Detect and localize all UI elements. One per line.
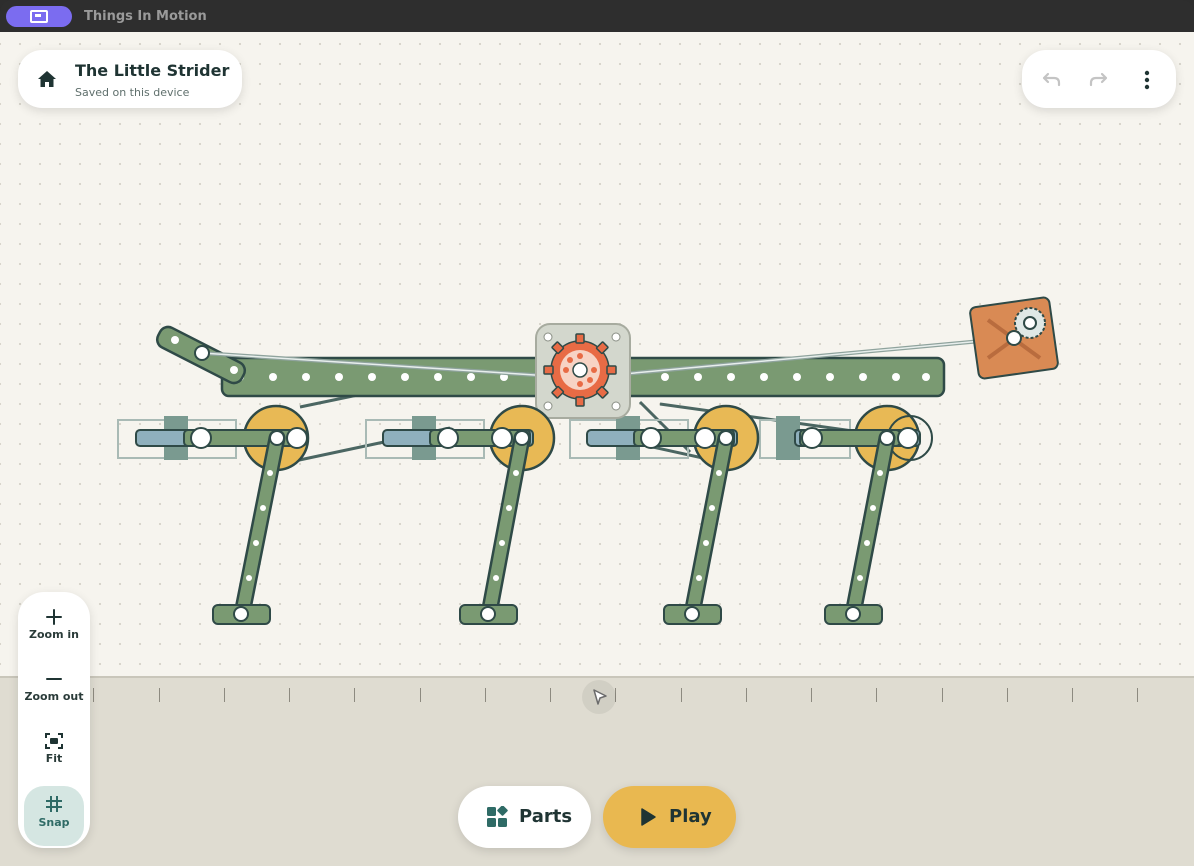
fit-label: Fit [45,752,63,765]
screen-share-icon [30,10,48,23]
play-label: Play [669,806,712,827]
zoom-out-label: Zoom out [24,690,84,703]
app-switcher-button[interactable] [6,6,72,27]
undo-icon[interactable] [1038,67,1064,93]
project-title-card: The Little Strider Saved on this device [18,50,242,108]
pointer-cursor [582,680,616,714]
window-title: Things In Motion [84,9,207,24]
tail-pivot[interactable] [194,345,210,361]
play-button[interactable]: Play [603,786,736,848]
home-icon[interactable] [36,68,58,90]
snap-label: Snap [38,816,70,829]
more-vertical-icon[interactable] [1134,67,1160,93]
zoom-out-button[interactable]: Zoom out [24,662,84,722]
zoom-panel: Zoom in Zoom out Fit Snap [18,592,90,848]
parts-label: Parts [519,806,573,827]
parts-icon [487,806,508,827]
build-canvas[interactable]: The Little Strider Saved on this device … [0,32,1194,866]
counterweight-crate[interactable] [969,296,1059,380]
redo-icon[interactable] [1086,67,1112,93]
leg-unit-1[interactable] [135,404,310,625]
zoom-in-label: Zoom in [29,628,79,641]
strider-machine[interactable] [0,32,1194,692]
grid-icon [46,796,62,812]
gear[interactable] [543,333,617,407]
fit-button[interactable]: Fit [24,724,84,784]
leg-unit-4[interactable] [794,404,933,625]
leg-unit-3[interactable] [586,404,760,625]
save-status: Saved on this device [75,86,190,99]
leg-unit-2[interactable] [382,404,556,625]
plus-icon [46,609,62,625]
history-toolbar [1022,50,1176,108]
zoom-in-button[interactable]: Zoom in [24,600,84,660]
snap-toggle[interactable]: Snap [24,786,84,846]
window-titlebar: Things In Motion [0,0,1194,32]
project-title[interactable]: The Little Strider [75,61,229,80]
parts-button[interactable]: Parts [458,786,591,848]
play-icon [641,808,656,826]
fit-screen-icon [45,733,63,749]
minus-icon [46,678,62,680]
